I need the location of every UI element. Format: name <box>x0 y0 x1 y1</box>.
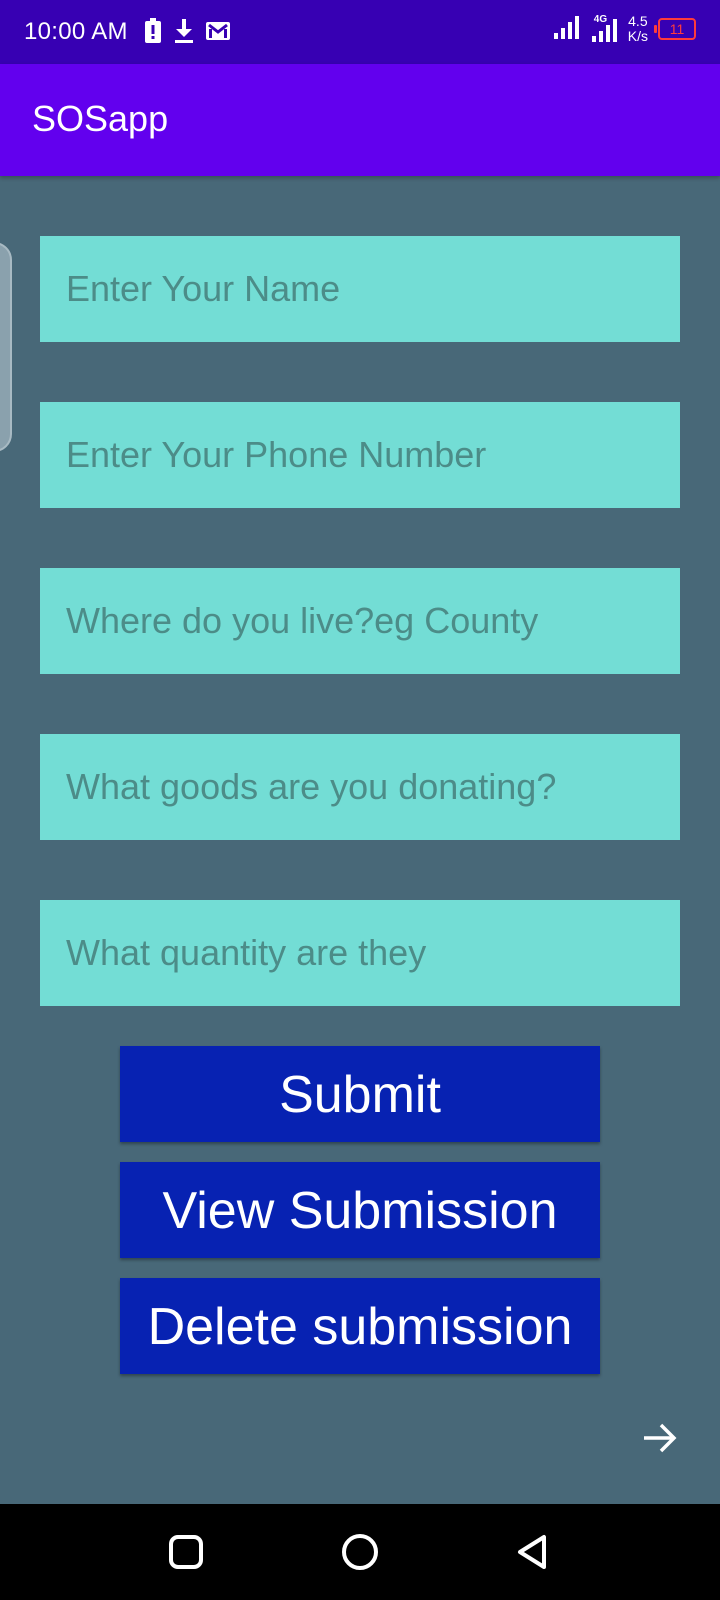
battery-level: 11 <box>669 21 685 37</box>
status-time: 10:00 AM <box>24 18 128 45</box>
view-submission-button[interactable]: View Submission <box>120 1162 600 1258</box>
delete-submission-button[interactable]: Delete submission <box>120 1278 600 1374</box>
recents-square-icon[interactable] <box>166 1532 206 1572</box>
submit-button[interactable]: Submit <box>120 1046 600 1142</box>
gmail-icon <box>206 20 230 47</box>
app-bar: SOSapp <box>0 64 720 176</box>
form-content: Submit View Submission Delete submission <box>0 176 720 1504</box>
location-input[interactable] <box>40 568 680 674</box>
home-circle-icon[interactable] <box>340 1532 380 1572</box>
system-icons: 4G 4.5 K/s 11 <box>553 14 696 44</box>
notification-icons <box>144 18 230 49</box>
back-triangle-icon[interactable] <box>514 1532 554 1572</box>
goods-input[interactable] <box>40 734 680 840</box>
download-icon <box>174 18 194 49</box>
phone-input[interactable] <box>40 402 680 508</box>
navigation-bar <box>0 1504 720 1600</box>
signal-4g-icon: 4G <box>590 14 618 44</box>
edge-panel-handle[interactable] <box>0 242 12 452</box>
quantity-input[interactable] <box>40 900 680 1006</box>
network-speed: 4.5 K/s <box>628 14 648 44</box>
speed-unit: K/s <box>627 28 648 44</box>
battery-icon: 11 <box>654 18 696 40</box>
name-input[interactable] <box>40 236 680 342</box>
speed-value: 4.5 <box>628 13 648 29</box>
arrow-right-icon[interactable] <box>640 1418 680 1458</box>
signal-icon <box>553 15 580 44</box>
app-title: SOSapp <box>32 98 169 139</box>
alert-icon <box>144 18 162 49</box>
screen: 10:00 AM 4G 4.5 K/s 11 SOSapp Enter Your… <box>0 0 720 1600</box>
status-bar: 10:00 AM 4G 4.5 K/s 11 <box>0 0 720 64</box>
